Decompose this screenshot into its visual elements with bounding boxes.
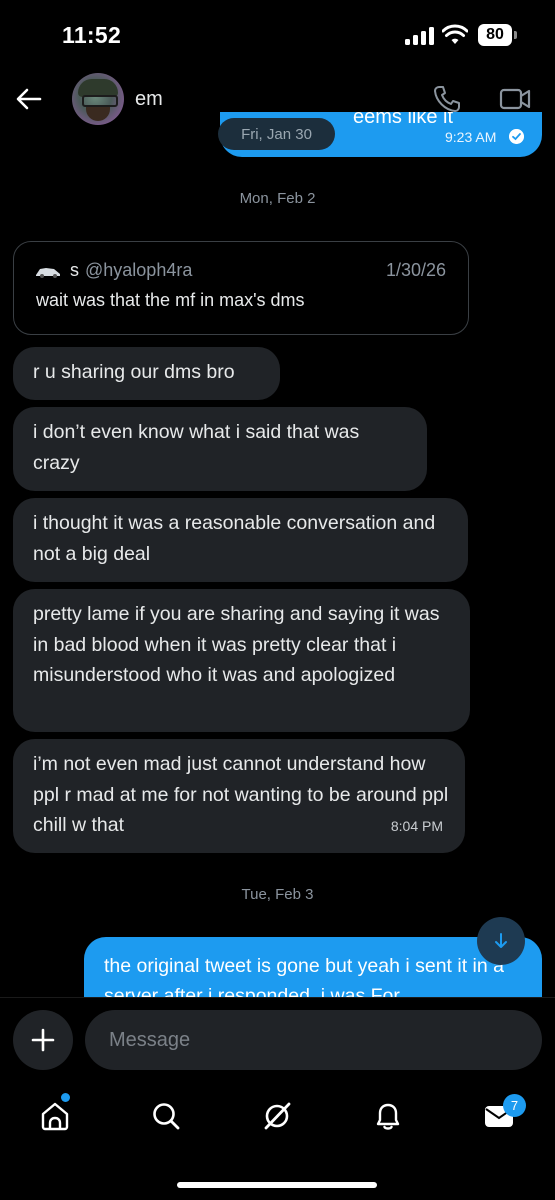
quoted-tweet-display-name: s xyxy=(70,260,79,280)
grok-icon xyxy=(264,1102,291,1130)
home-unread-dot xyxy=(61,1093,70,1102)
tab-notifications[interactable] xyxy=(370,1098,406,1134)
battery-indicator: 80 xyxy=(478,24,512,46)
quoted-tweet-date: 1/30/26 xyxy=(385,260,446,280)
status-time: 11:52 xyxy=(62,22,122,48)
message-timestamp: 8:04 PM xyxy=(390,817,443,834)
message-timestamp: 9:23 AM xyxy=(445,129,497,145)
message-text: i don’t even know what i said that was c… xyxy=(33,421,360,474)
message-input[interactable] xyxy=(85,1010,542,1070)
incoming-message-bubble[interactable]: pretty lame if you are sharing and sayin… xyxy=(13,589,470,732)
arrow-down-icon xyxy=(495,933,507,948)
home-indicator xyxy=(177,1182,377,1188)
composer-divider xyxy=(0,997,555,998)
add-attachment-button[interactable] xyxy=(13,1010,73,1070)
date-separator: Tue, Feb 3 xyxy=(241,886,314,903)
message-text: i thought it was a reasonable conversati… xyxy=(33,512,436,565)
plus-icon xyxy=(31,1028,55,1052)
date-separator: Mon, Feb 2 xyxy=(239,190,316,207)
contact-name[interactable]: em xyxy=(135,88,163,111)
profile-badge-icon xyxy=(36,268,60,278)
scroll-to-bottom-button[interactable] xyxy=(477,917,525,965)
quoted-tweet-card[interactable]: s @hyaloph4ra 1/30/26 wait was that the m… xyxy=(13,241,469,335)
contact-avatar[interactable] xyxy=(72,73,124,125)
floating-date-chip: Fri, Jan 30 xyxy=(218,118,335,150)
wifi-icon xyxy=(442,24,468,44)
home-icon xyxy=(41,1102,69,1131)
cellular-signal-icon xyxy=(405,27,435,45)
incoming-message-bubble[interactable]: i don’t even know what i said that was c… xyxy=(13,407,427,491)
back-arrow-icon[interactable] xyxy=(14,84,44,114)
message-text: eems like it xyxy=(353,112,454,128)
quoted-tweet-text: wait was that the mf in max's dms xyxy=(36,290,305,310)
tab-search[interactable] xyxy=(148,1098,184,1134)
message-text: i’m not even mad just cannot understand … xyxy=(33,753,449,836)
tab-home[interactable] xyxy=(37,1098,73,1134)
notifications-icon xyxy=(376,1103,400,1130)
quoted-tweet-author: s @hyaloph4ra xyxy=(70,260,192,281)
message-text: the original tweet is gone but yeah i se… xyxy=(104,955,504,997)
battery-nub xyxy=(514,31,517,39)
tab-grok[interactable] xyxy=(259,1098,295,1134)
read-receipt-icon xyxy=(509,129,524,144)
video-call-icon[interactable] xyxy=(499,86,531,112)
incoming-message-bubble[interactable]: i’m not even mad just cannot understand … xyxy=(13,739,465,853)
outgoing-message-bubble[interactable]: the original tweet is gone but yeah i se… xyxy=(84,937,542,997)
incoming-message-bubble[interactable]: i thought it was a reasonable conversati… xyxy=(13,498,468,582)
messages-badge: 7 xyxy=(503,1094,526,1117)
search-icon xyxy=(153,1103,180,1130)
message-text: pretty lame if you are sharing and sayin… xyxy=(33,603,440,686)
incoming-message-bubble[interactable]: r u sharing our dms bro xyxy=(13,347,280,400)
quoted-tweet-handle: @hyaloph4ra xyxy=(85,260,193,280)
phone-call-icon[interactable] xyxy=(432,84,462,114)
message-text: r u sharing our dms bro xyxy=(33,361,235,383)
